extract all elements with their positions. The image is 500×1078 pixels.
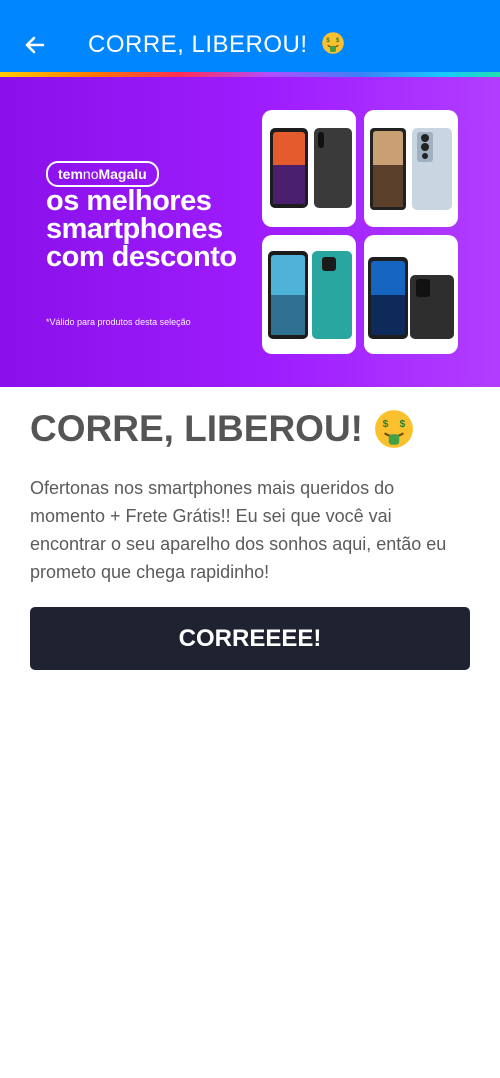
svg-text:$: $ xyxy=(326,38,330,44)
phone-card-4 xyxy=(364,235,458,354)
app-bar: CORRE, LIBEROU! $ $ xyxy=(0,0,500,72)
banner-disclaimer: *Válido para produtos desta seleção xyxy=(46,317,191,327)
headline-line-1: os melhores xyxy=(46,185,212,217)
headline-line-3: com desconto xyxy=(46,241,237,273)
phone-card-2 xyxy=(364,110,458,227)
promo-banner[interactable]: temnoMagalu os melhores smartphones com … xyxy=(0,77,500,387)
svg-text:$: $ xyxy=(383,418,389,430)
content-title-wrap: CORRE, LIBEROU! $ $ xyxy=(30,408,415,450)
correeee-button[interactable]: CORREEEE! xyxy=(30,607,470,670)
brand-logo: temnoMagalu xyxy=(46,161,159,187)
smartphone-image xyxy=(268,251,352,339)
brand-middle: no xyxy=(82,166,99,182)
money-mouth-face-icon: $ $ xyxy=(375,410,413,448)
app-bar-title-wrap: CORRE, LIBEROU! $ $ xyxy=(88,31,345,59)
page-title: CORRE, LIBEROU! xyxy=(30,408,363,449)
smartphone-image xyxy=(370,128,452,210)
headline-line-2: smartphones xyxy=(46,213,223,245)
svg-text:$: $ xyxy=(336,38,340,44)
svg-text:$: $ xyxy=(399,418,405,430)
money-mouth-face-icon: $ $ xyxy=(321,32,344,54)
phone-card-1 xyxy=(262,110,356,227)
phone-card-3 xyxy=(262,235,356,354)
smartphone-image xyxy=(270,128,352,208)
brand-name: Magalu xyxy=(98,166,147,182)
app-bar-title: CORRE, LIBEROU! xyxy=(88,31,308,58)
arrow-left-icon xyxy=(25,36,45,54)
smartphone-image xyxy=(368,257,454,339)
promo-description: Ofertonas nos smartphones mais queridos … xyxy=(30,478,447,582)
brand-prefix: tem xyxy=(58,166,83,182)
banner-headline: os melhores smartphones com desconto xyxy=(46,185,237,273)
back-button[interactable] xyxy=(18,28,52,62)
